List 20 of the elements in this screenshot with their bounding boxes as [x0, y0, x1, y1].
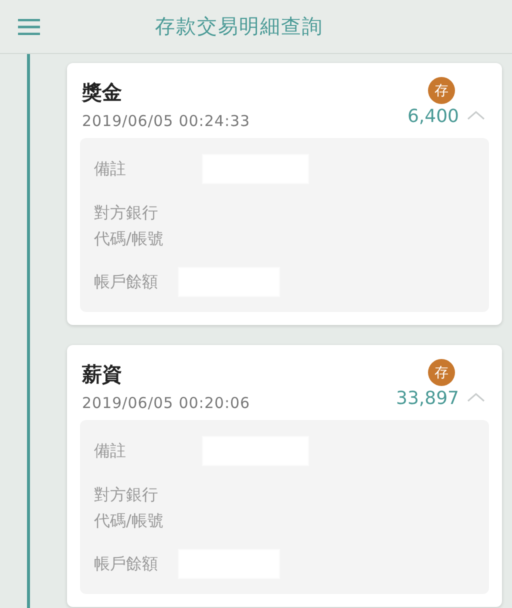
transaction-title: 薪資	[82, 361, 123, 388]
detail-label: 帳戶餘額	[94, 271, 159, 294]
deposit-badge: 存	[428, 77, 455, 104]
menu-icon[interactable]	[18, 18, 40, 34]
transaction-amount: 33,897	[396, 388, 459, 409]
chevron-icon[interactable]	[467, 110, 485, 120]
page-title: 存款交易明細查詢	[155, 13, 323, 40]
detail-label: 備註	[94, 440, 127, 462]
detail-label: 對方銀行代碼/帳號	[94, 484, 164, 532]
transaction-title: 獎金	[82, 79, 123, 106]
detail-label: 帳戶餘額	[94, 553, 159, 576]
transaction-date: 2019/06/05 00:24:33	[82, 112, 250, 130]
transaction-date: 2019/06/05 00:20:06	[82, 394, 250, 412]
transaction-card[interactable]: 薪資 2019/06/05 00:20:06 存 33,897 備註 對方銀行代碼/帳號 帳戶餘額	[67, 345, 502, 607]
chevron-icon[interactable]	[467, 392, 485, 402]
transaction-card[interactable]: 獎金 2019/06/05 00:24:33 存 6,400 備註 對方銀行代碼/帳號 帳戶餘額	[67, 63, 502, 325]
transaction-amount: 6,400	[407, 106, 459, 127]
detail-label: 備註	[94, 158, 127, 180]
detail-label: 對方銀行代碼/帳號	[94, 202, 164, 250]
deposit-badge: 存	[428, 359, 455, 386]
